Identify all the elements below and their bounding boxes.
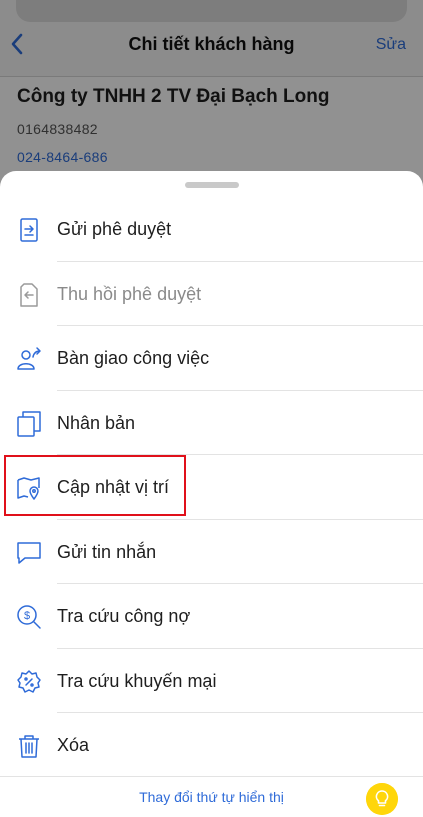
menu-item-revoke-approval[interactable]: Thu hồi phê duyệt — [0, 262, 423, 326]
menu-item-label: Tra cứu khuyến mại — [57, 670, 217, 691]
menu-item-send-message[interactable]: Gửi tin nhắn — [0, 520, 423, 584]
menu-item-label: Gửi tin nhắn — [57, 541, 157, 562]
menu-item-handover[interactable]: Bàn giao công việc — [0, 326, 423, 391]
send-approval-icon — [20, 218, 38, 242]
highlight-box — [4, 455, 186, 516]
menu-item-label: Nhân bản — [57, 412, 136, 433]
duplicate-icon — [17, 410, 41, 437]
menu-item-label: Xóa — [57, 735, 90, 755]
revoke-approval-icon — [20, 282, 38, 307]
action-sheet: Gửi phê duyệt Thu hồi phê duyệt Bàn giao… — [0, 171, 423, 817]
menu-item-label: Bàn giao công việc — [57, 348, 210, 368]
menu-item-promotion-lookup[interactable]: Tra cứu khuyến mại — [0, 649, 423, 713]
message-icon — [17, 541, 41, 564]
menu-item-debt-lookup[interactable]: $ Tra cứu công nợ — [0, 584, 423, 649]
menu-item-label: Thu hồi phê duyệt — [57, 283, 202, 304]
promotion-icon — [17, 669, 41, 693]
menu-item-delete[interactable]: Xóa — [0, 713, 423, 778]
menu-item-label: Gửi phê duyệt — [57, 219, 172, 239]
menu-item-label: Tra cứu công nợ — [57, 606, 191, 626]
reorder-link[interactable]: Thay đổi thứ tự hiển thị — [0, 789, 423, 805]
lightbulb-icon[interactable] — [366, 783, 398, 815]
svg-text:$: $ — [24, 610, 30, 622]
menu-item-send-approval[interactable]: Gửi phê duyệt — [0, 197, 423, 262]
menu-item-duplicate[interactable]: Nhân bản — [0, 391, 423, 455]
debt-search-icon: $ — [17, 605, 41, 629]
handover-icon — [17, 347, 41, 370]
trash-icon — [19, 735, 39, 758]
sheet-drag-handle[interactable] — [185, 182, 239, 188]
divider — [0, 776, 423, 777]
